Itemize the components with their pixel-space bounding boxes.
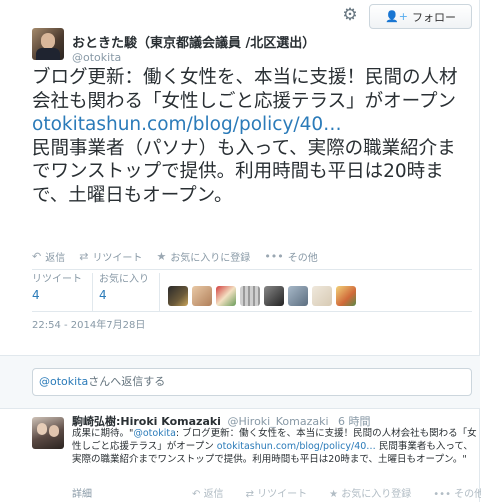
more-dots-icon: ••• <box>264 250 284 263</box>
reply-retweet-action[interactable]: ⇄ リツイート <box>246 485 308 500</box>
reply-favorite-label: お気に入り登録 <box>341 489 412 500</box>
author-name[interactable]: おときた駿（東京都議会議員 /北区選出） <box>72 32 315 51</box>
favorite-action[interactable]: ★ お気に入りに登録 <box>156 249 250 264</box>
tweet-line-1: ブログ更新：働く女性を、本当に支援！民間の人材会社も関わる「女性しごと応援テラス… <box>32 67 458 112</box>
avatar[interactable] <box>240 286 260 306</box>
reply-icon: ↶ <box>192 489 204 500</box>
author-handle[interactable]: @otokita <box>72 51 121 64</box>
avatar[interactable] <box>168 286 188 306</box>
avatar[interactable] <box>264 286 284 306</box>
follow-button[interactable]: 👤+ フォロー <box>369 4 472 29</box>
tweet-card: ⚙ 👤+ フォロー おときた駿（東京都議会議員 /北区選出） @otokita … <box>0 0 481 502</box>
reply-text-link[interactable]: otokitashun.com/blog/policy/40… <box>217 441 376 452</box>
star-icon: ★ <box>156 250 167 263</box>
favorite-count-value: 4 <box>99 288 107 302</box>
reply-input[interactable]: @otokitaさんへ返信する <box>32 368 472 396</box>
avatar[interactable] <box>216 286 236 306</box>
reply-author-avatar[interactable] <box>32 417 64 449</box>
reply-placeholder: さんへ返信する <box>88 375 166 388</box>
reply-actions: 詳細 ↶ 返信 ⇄ リツイート ★ お気に入り登録 ••• その他 <box>72 485 481 500</box>
more-action[interactable]: ••• その他 <box>264 249 317 264</box>
reply-more-label: その他 <box>454 489 481 500</box>
reply-text-prefix: 成果に期待。" <box>72 428 134 439</box>
reply-favorite-action[interactable]: ★ お気に入り登録 <box>329 485 411 500</box>
reply-label: 返信 <box>45 253 66 264</box>
retweet-icon: ⇄ <box>79 250 89 263</box>
retweet-label: リツイート <box>92 253 143 264</box>
reply-icon: ↶ <box>32 250 42 263</box>
reply-text-mention[interactable]: @otokita <box>133 428 176 439</box>
star-icon: ★ <box>329 489 342 500</box>
favoriter-avatars <box>168 281 360 311</box>
divider <box>32 269 472 270</box>
gear-icon[interactable]: ⚙ <box>341 6 359 24</box>
favorite-count[interactable]: お気に入り 4 <box>93 273 160 311</box>
retweet-count-value: 4 <box>32 288 40 302</box>
more-dots-icon: ••• <box>433 489 455 500</box>
reply-mention: @otokita <box>39 375 89 388</box>
tweet-timestamp[interactable]: 22:54 - 2014年7月28日 <box>32 316 145 331</box>
favorite-count-label: お気に入り <box>99 274 149 285</box>
reply-reply-label: 返信 <box>203 489 224 500</box>
tweet-actions: ↶ 返信 ⇄ リツイート ★ お気に入りに登録 ••• その他 <box>32 249 332 264</box>
favorite-label: お気に入りに登録 <box>170 253 251 264</box>
reply-details-link[interactable]: 詳細 <box>72 485 92 500</box>
divider <box>32 311 472 312</box>
avatar[interactable] <box>288 286 308 306</box>
retweet-action[interactable]: ⇄ リツイート <box>79 249 142 264</box>
avatar[interactable] <box>312 286 332 306</box>
reply-action[interactable]: ↶ 返信 <box>32 249 65 264</box>
follow-label: フォロー <box>411 10 456 24</box>
reply-reply-action[interactable]: ↶ 返信 <box>192 485 224 500</box>
reply-text: 成果に期待。"@otokita: ブログ更新：働く女性を、本当に支援！民間の人材… <box>72 427 477 466</box>
reply-composer: @otokitaさんへ返信する <box>0 355 480 409</box>
author-avatar[interactable] <box>32 28 64 60</box>
follow-person-icon: 👤+ <box>385 10 408 23</box>
retweet-count[interactable]: リツイート 4 <box>32 273 93 311</box>
retweet-icon: ⇄ <box>245 489 258 500</box>
more-label: その他 <box>287 253 318 264</box>
avatar[interactable] <box>192 286 212 306</box>
tweet-stats: リツイート 4 お気に入り 4 <box>32 273 360 311</box>
reply-retweet-label: リツイート <box>257 489 308 500</box>
tweet-link[interactable]: otokitashun.com/blog/policy/40… <box>32 114 342 135</box>
reply-more-action[interactable]: ••• その他 <box>433 485 481 500</box>
tweet-line-2: 民間事業者（パソナ）も入って、実際の職業紹介までワンストップで提供。利用時間も平… <box>32 137 456 206</box>
retweet-count-label: リツイート <box>32 274 82 285</box>
tweet-text: ブログ更新：働く女性を、本当に支援！民間の人材会社も関わる「女性しごと応援テラス… <box>32 66 472 207</box>
avatar[interactable] <box>336 286 356 306</box>
